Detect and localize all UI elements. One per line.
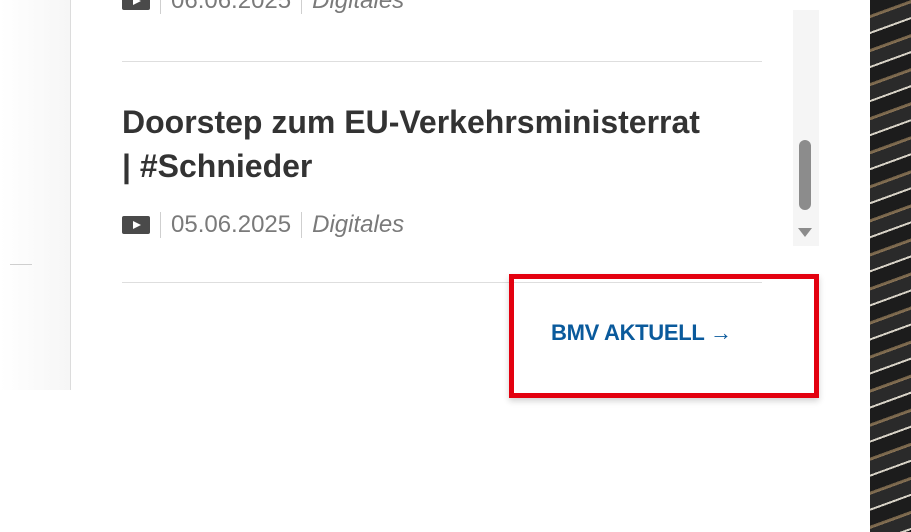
video-icon [122,0,150,10]
video-icon [122,216,150,234]
meta-separator [160,212,161,238]
item-divider [122,61,762,62]
news-item-meta: 05.06.2025 Digitales [122,210,404,240]
meta-separator [301,212,303,238]
news-item-title[interactable]: Doorstep zum EU-Verkehrsministerrat | #S… [122,100,702,188]
scroll-down-arrow-icon[interactable] [798,228,812,237]
background-image [870,0,911,532]
meta-separator [160,0,161,14]
previous-item-topic[interactable]: Digitales [312,0,404,15]
feed-scrollbar[interactable] [793,10,819,246]
meta-separator [301,0,303,14]
previous-item-date: 06.06.2025 [171,0,292,14]
left-divider [10,264,32,265]
news-item-topic[interactable]: Digitales [312,211,404,239]
news-item-date: 05.06.2025 [171,211,292,238]
left-panel [0,0,70,390]
bmv-aktuell-link[interactable]: BMV AKTUELL → [551,320,732,346]
scrollbar-thumb[interactable] [799,140,811,210]
previous-item-meta: 06.06.2025 Digitales [122,0,404,16]
page: 06.06.2025 Digitales Doorstep zum EU-Ver… [0,0,911,532]
